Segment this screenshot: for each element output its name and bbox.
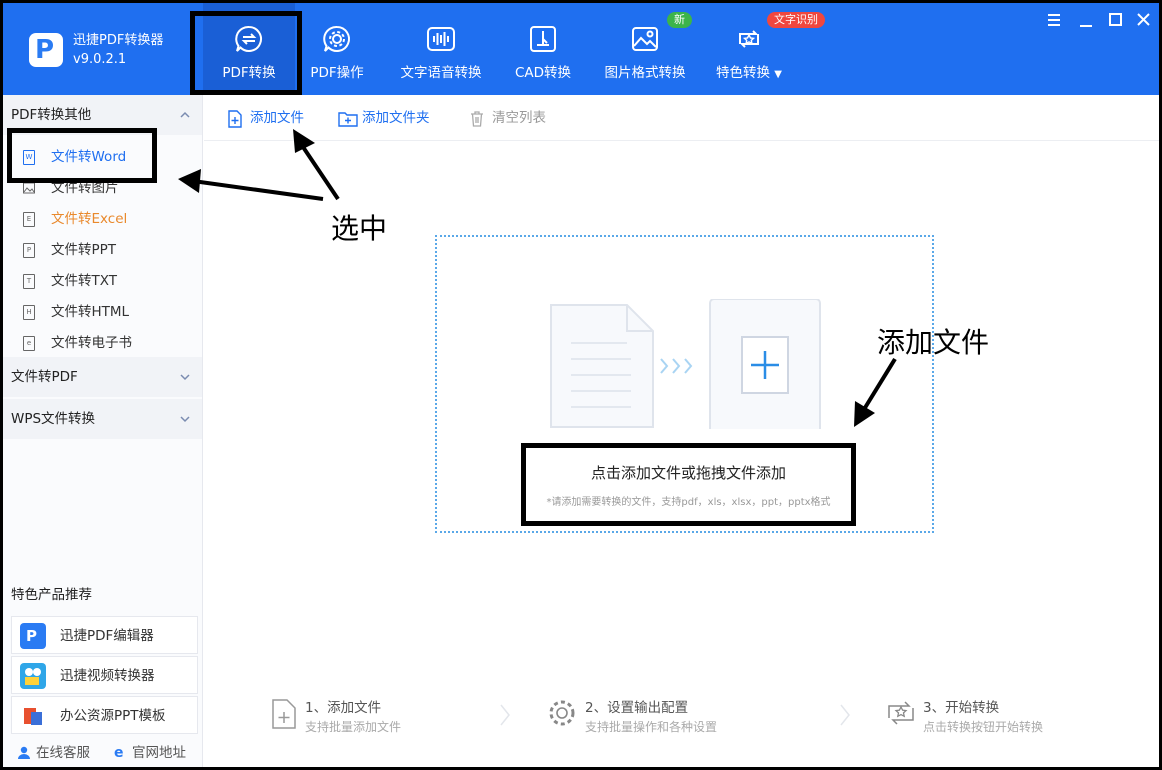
chevron-right-icon (840, 704, 850, 726)
ebook-file-icon: e (23, 336, 35, 351)
online-service-link[interactable]: 在线客服 (17, 741, 90, 761)
clear-list-button[interactable]: 清空列表 (468, 95, 546, 141)
brand: P 迅捷PDF转换器 v9.0.2.1 (29, 31, 163, 69)
group-label: WPS文件转换 (11, 411, 96, 427)
chevron-up-icon (180, 111, 190, 118)
txt-file-icon: T (23, 274, 35, 289)
step-title: 2、设置输出配置 (585, 700, 689, 716)
waveform-icon (427, 27, 455, 51)
step-desc: 支持批量操作和各种设置 (585, 720, 718, 734)
pdf-editor-icon: P (20, 623, 46, 649)
sidebar: PDF转换其他 W 文件转Word 文件转图片 E 文件转Excel P 文件转… (3, 95, 203, 767)
file-dropzone[interactable] (435, 235, 934, 533)
sidebar-item-label: 文件转图片 (51, 180, 119, 196)
sidebar-item-to-html[interactable]: H 文件转HTML (3, 297, 202, 328)
add-file-button[interactable]: 添加文件 (226, 95, 304, 141)
sidebar-item-to-txt[interactable]: T 文件转TXT (3, 266, 202, 297)
group-label: 文件转PDF (11, 369, 78, 385)
image-icon (632, 27, 658, 51)
sidebar-item-to-image[interactable]: 文件转图片 (3, 173, 202, 204)
close-icon[interactable] (1133, 10, 1155, 30)
website-link[interactable]: e 官网地址 (113, 741, 186, 761)
dropzone-hint-text: *请添加需要转换的文件，支持pdf，xls，xlsx，ppt，pptx格式 (546, 497, 831, 508)
star-convert-icon (739, 30, 759, 48)
sidebar-item-to-ppt[interactable]: P 文件转PPT (3, 235, 202, 266)
promo-title: 特色产品推荐 (11, 587, 92, 603)
annotation-select: 选中 (331, 212, 388, 245)
gear-icon (549, 700, 575, 726)
excel-file-icon: E (23, 212, 35, 227)
image-file-icon (23, 182, 35, 194)
step-desc: 支持批量添加文件 (305, 720, 402, 734)
tab-cad-convert[interactable]: CAD转换 (497, 3, 589, 95)
sidebar-item-label: 文件转Excel (51, 211, 128, 227)
add-file-step-icon (272, 699, 296, 729)
convert-chat-icon (235, 25, 262, 52)
promo-label: 办公资源PPT模板 (60, 708, 166, 724)
link-label: 在线客服 (36, 745, 90, 761)
svg-text:e: e (114, 745, 124, 759)
sidebar-item-label: 文件转HTML (51, 304, 130, 320)
chevron-down-icon (180, 416, 190, 423)
cad-icon (530, 26, 556, 52)
dropdown-caret-icon: ▼ (774, 69, 782, 80)
ppt-template-icon (20, 703, 46, 729)
minimize-icon[interactable] (1075, 10, 1097, 30)
app-window: P 迅捷PDF转换器 v9.0.2.1 PDF转换 PDF操作 文字语音转换 C… (0, 0, 1162, 770)
toolbar: 添加文件 添加文件夹 清空列表 (204, 95, 1159, 141)
promo-pdf-editor[interactable]: P 迅捷PDF编辑器 (11, 616, 198, 654)
tab-pdf-convert[interactable]: PDF转换 (190, 3, 302, 95)
step-title: 3、开始转换 (923, 700, 1000, 716)
maximize-icon[interactable] (1105, 10, 1127, 30)
app-name: 迅捷PDF转换器 (73, 33, 164, 48)
app-logo-icon: P (29, 33, 63, 67)
group-file-to-pdf[interactable]: 文件转PDF (3, 357, 202, 397)
html-file-icon: H (23, 305, 35, 320)
sidebar-item-to-ebook[interactable]: e 文件转电子书 (3, 328, 202, 359)
chevron-right-icon (500, 704, 510, 726)
sidebar-item-label: 文件转Word (51, 149, 127, 165)
tab-text-speech[interactable]: 文字语音转换 (395, 3, 487, 95)
group-wps-convert[interactable]: WPS文件转换 (3, 399, 202, 439)
svg-text:P: P (26, 627, 37, 645)
ocr-badge: 文字识别 (767, 12, 825, 28)
chevron-down-icon (180, 374, 190, 381)
group-label: PDF转换其他 (11, 107, 92, 123)
annotation-add-file: 添加文件 (877, 326, 990, 359)
add-folder-icon (338, 112, 358, 127)
ie-browser-icon: e (114, 745, 124, 759)
header-bar: P 迅捷PDF转换器 v9.0.2.1 PDF转换 PDF操作 文字语音转换 C… (3, 3, 1159, 95)
step-title: 1、添加文件 (305, 700, 382, 716)
star-convert-step-icon (888, 701, 914, 725)
user-service-icon (18, 746, 30, 759)
add-folder-button[interactable]: 添加文件夹 (338, 95, 430, 141)
new-badge: 新 (667, 12, 692, 28)
sidebar-item-label: 文件转TXT (51, 273, 118, 289)
dropzone-illustration (550, 299, 821, 429)
sidebar-item-label: 文件转电子书 (51, 335, 132, 351)
group-pdf-convert-other[interactable]: PDF转换其他 (3, 95, 202, 135)
video-converter-icon (20, 663, 46, 689)
promo-ppt-template[interactable]: 办公资源PPT模板 (11, 696, 198, 734)
step-desc: 点击转换按钮开始转换 (923, 720, 1044, 734)
promo-label: 迅捷PDF编辑器 (60, 628, 154, 644)
sidebar-item-to-excel[interactable]: E 文件转Excel (3, 204, 202, 235)
menu-icon[interactable] (1043, 10, 1065, 30)
app-version: v9.0.2.1 (73, 52, 127, 67)
tab-pdf-operation[interactable]: PDF操作 (291, 3, 383, 95)
word-file-icon: W (23, 150, 35, 165)
sidebar-item-to-word[interactable]: W 文件转Word (3, 142, 202, 173)
link-label: 官网地址 (132, 745, 186, 761)
promo-label: 迅捷视频转换器 (60, 668, 155, 684)
add-file-icon (228, 110, 242, 128)
sidebar-item-label: 文件转PPT (51, 242, 117, 258)
trash-icon (471, 111, 483, 127)
gear-chat-icon (323, 25, 350, 52)
promo-video-converter[interactable]: 迅捷视频转换器 (11, 656, 198, 694)
dropzone-main-text: 点击添加文件或拖拽文件添加 (590, 464, 786, 482)
tab-label: 特色转换 ▼ (716, 65, 782, 81)
ppt-file-icon: P (23, 243, 35, 258)
